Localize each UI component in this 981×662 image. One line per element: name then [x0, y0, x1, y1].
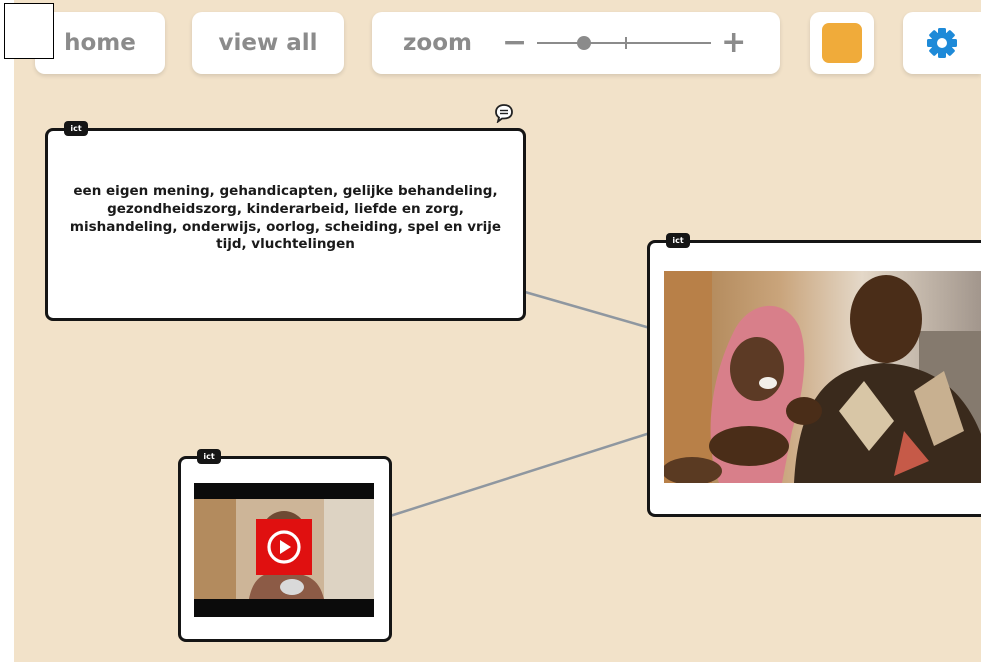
photo-illustration: [664, 271, 981, 483]
video-thumbnail[interactable]: [194, 483, 374, 617]
view-all-button-label: view all: [218, 30, 318, 56]
zoom-slider[interactable]: [537, 31, 712, 55]
card-text: een eigen mening, gehandicapten, gelijke…: [69, 183, 502, 253]
zoom-in-button[interactable]: +: [721, 28, 746, 58]
home-button-label: home: [64, 30, 136, 56]
connector-line: [524, 290, 651, 330]
gear-icon: [927, 28, 957, 58]
zoom-slider-track: [537, 42, 712, 44]
selection-box: [4, 3, 54, 59]
video-card[interactable]: ict: [178, 449, 392, 642]
speech-bubble-icon[interactable]: [494, 103, 514, 123]
card-tag: ict: [197, 449, 221, 464]
view-all-button[interactable]: view all: [192, 12, 344, 74]
color-swatch: [822, 23, 862, 63]
card-tag: ict: [666, 233, 690, 248]
zoom-slider-handle[interactable]: [577, 36, 592, 50]
connector-line: [389, 431, 651, 518]
zoom-control: zoom − +: [372, 12, 780, 74]
zoom-out-button[interactable]: −: [502, 28, 527, 58]
zoom-label: zoom: [403, 30, 472, 56]
color-button[interactable]: [810, 12, 874, 74]
image-card[interactable]: ict: [647, 233, 981, 517]
card-photo: [664, 271, 981, 483]
text-card[interactable]: ict een eigen mening, gehandicapten, gel…: [45, 121, 526, 321]
card-tag: ict: [64, 121, 88, 136]
settings-button[interactable]: [903, 12, 981, 74]
canvas[interactable]: home view all zoom − + ict een eigen men…: [14, 0, 981, 662]
zoom-slider-tick: [625, 37, 628, 49]
play-icon: [267, 530, 301, 564]
play-button[interactable]: [256, 519, 312, 575]
home-button[interactable]: home: [35, 12, 165, 74]
